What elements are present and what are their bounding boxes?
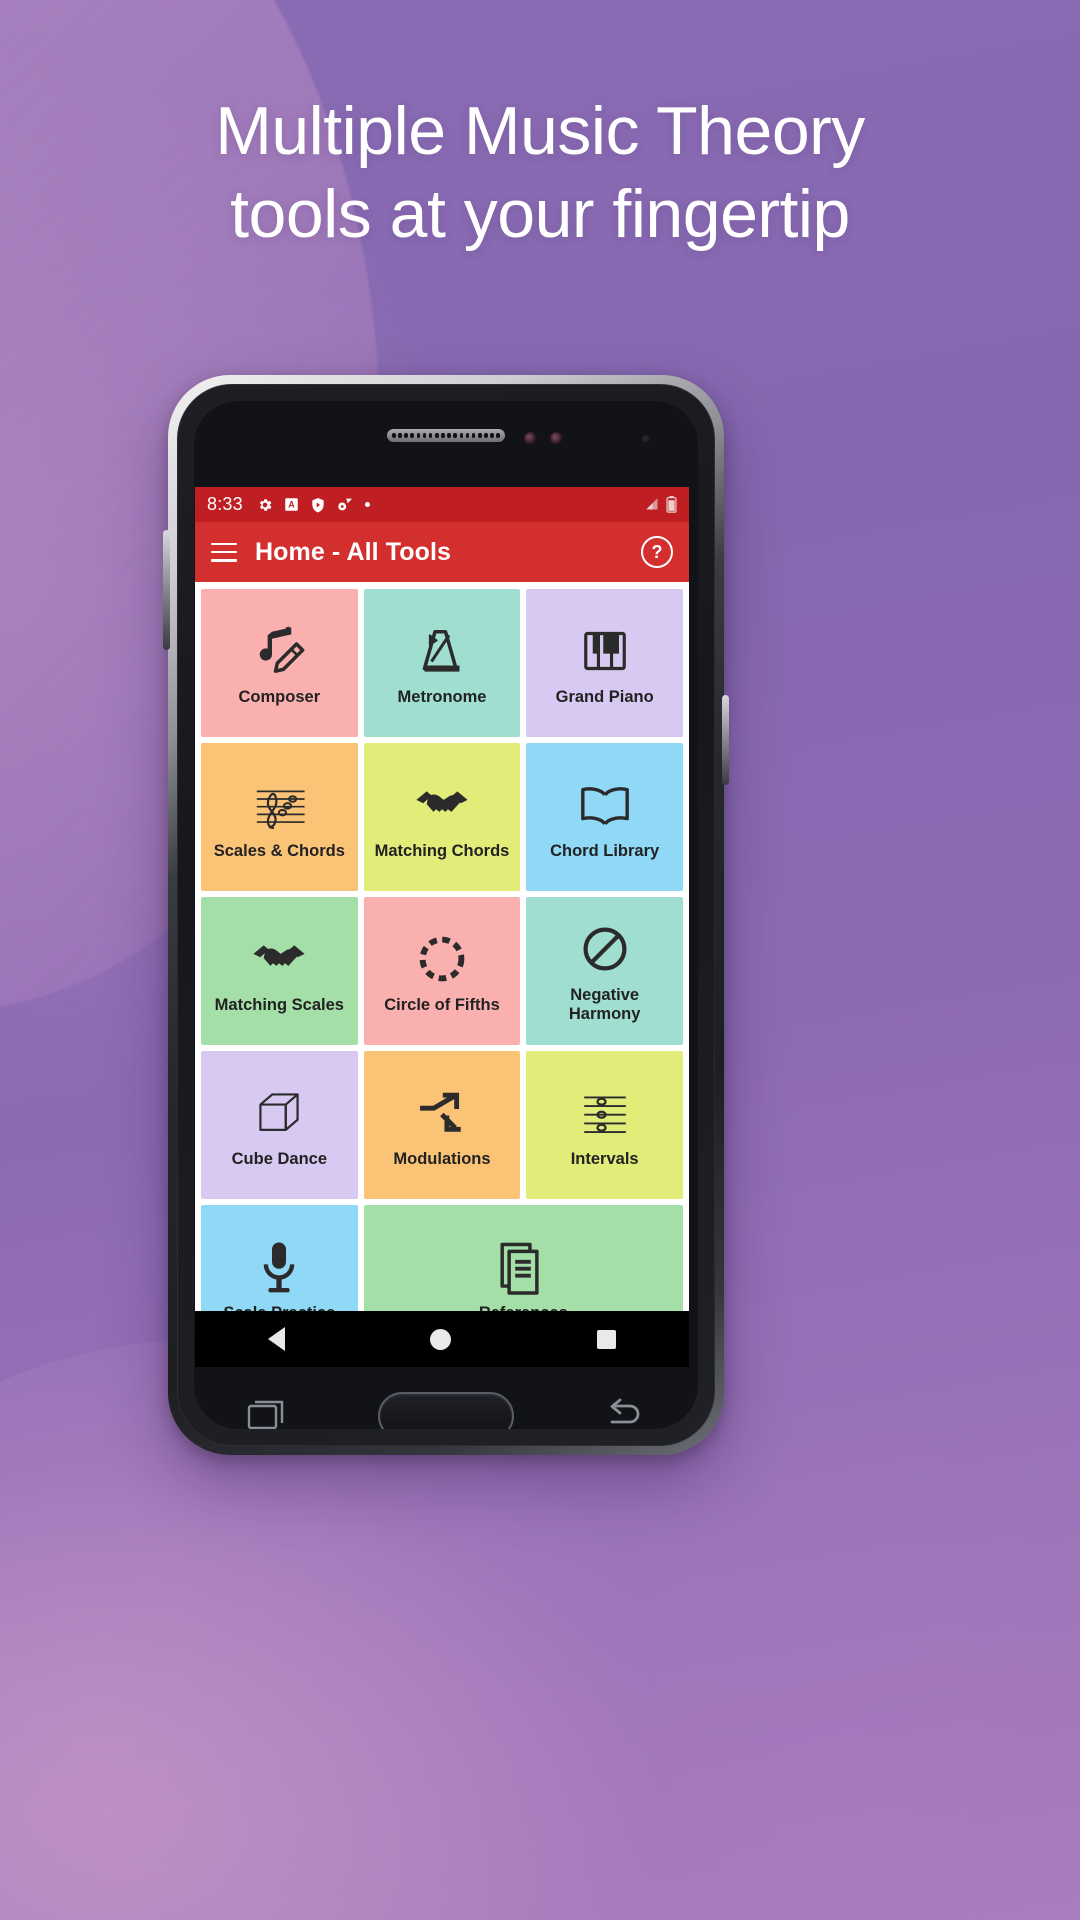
tool-tile-negative-harmony[interactable]: Negative Harmony	[526, 897, 683, 1045]
power-button[interactable]	[722, 695, 729, 785]
tool-tile-label: Scales & Chords	[213, 841, 345, 860]
status-bar: 8:33 A	[195, 487, 689, 522]
a-box-icon: A	[284, 497, 299, 512]
no-entry-slash-icon	[578, 918, 632, 980]
document-lines-icon	[497, 1236, 549, 1298]
signal-icon	[645, 497, 660, 512]
phone-bezel: 8:33 A Home - All Tools ? Composer Metro…	[177, 384, 715, 1446]
gear-icon	[257, 497, 273, 513]
front-camera-icon	[524, 432, 537, 445]
help-button[interactable]: ?	[641, 536, 673, 568]
music-note-pencil-icon	[251, 620, 307, 682]
tool-tile-label: Chord Library	[550, 841, 660, 860]
treble-staff-icon	[250, 774, 308, 836]
tool-tile-grand-piano[interactable]: Grand Piano	[526, 589, 683, 737]
screenshot-stage: Multiple Music Theory tools at your fing…	[0, 0, 1080, 1920]
gear-arrow-icon	[337, 497, 354, 512]
metronome-icon	[414, 620, 470, 682]
tool-tile-label: Matching Chords	[374, 841, 510, 860]
tool-tile-composer[interactable]: Composer	[201, 589, 358, 737]
tool-tile-label: Scale Practice	[223, 1304, 335, 1311]
tool-tile-matching-chords[interactable]: Matching Chords	[363, 743, 521, 891]
home-circle-icon[interactable]	[430, 1328, 452, 1350]
marketing-headline: Multiple Music Theory tools at your fing…	[0, 90, 1080, 256]
tool-tile-intervals[interactable]: Intervals	[526, 1051, 683, 1199]
dot-icon	[364, 502, 370, 507]
recents-square-icon[interactable]	[597, 1329, 617, 1349]
tool-tile-metronome[interactable]: Metronome	[363, 589, 521, 737]
home-key[interactable]	[378, 1392, 514, 1429]
status-bar-clock: 8:33	[207, 494, 243, 514]
android-navigation-bar	[195, 1311, 689, 1367]
tool-tile-label: Modulations	[393, 1149, 491, 1168]
tool-tile-label: Composer	[238, 687, 321, 706]
tool-grid: Composer Metronome Grand Piano Scales & …	[195, 582, 689, 1311]
page-title: Home - All Tools	[255, 537, 452, 566]
headline-line-1: Multiple Music Theory	[215, 93, 865, 169]
dashed-circle-icon	[415, 928, 469, 990]
tool-tile-label: Grand Piano	[555, 687, 654, 706]
recent-apps-icon[interactable]	[246, 1397, 288, 1430]
tool-tile-label: Cube Dance	[231, 1149, 327, 1168]
tool-tile-label: Negative Harmony	[568, 986, 641, 1023]
headline-line-2: tools at your fingertip	[230, 175, 850, 252]
piano-keys-icon	[577, 620, 633, 682]
handshake-icon	[413, 774, 471, 836]
tool-tile-modulations[interactable]: Modulations	[363, 1051, 521, 1199]
tool-tile-label: Matching Scales	[214, 995, 344, 1014]
status-bar-left-icons: A	[257, 497, 645, 513]
app-bar: Home - All Tools ?	[195, 522, 689, 582]
tool-tile-label: Circle of Fifths	[384, 995, 500, 1014]
tool-tile-references[interactable]: References	[363, 1205, 683, 1311]
svg-text:A: A	[288, 500, 295, 510]
tool-tile-label: Intervals	[570, 1149, 639, 1168]
tool-tile-label: Metronome	[397, 687, 487, 706]
phone-screen: 8:33 A Home - All Tools ? Composer Metro…	[195, 487, 689, 1311]
shield-icon	[310, 497, 326, 513]
phone-mockup: 8:33 A Home - All Tools ? Composer Metro…	[163, 375, 729, 1455]
tool-tile-scales-chords[interactable]: Scales & Chords	[201, 743, 358, 891]
tool-tile-circle-of-fifths[interactable]: Circle of Fifths	[363, 897, 521, 1045]
earpiece-speaker-icon	[387, 429, 505, 442]
status-bar-right-icons	[645, 496, 677, 513]
tool-tile-matching-scales[interactable]: Matching Scales	[201, 897, 358, 1045]
open-book-icon	[576, 774, 634, 836]
hardware-key-row	[194, 1376, 698, 1429]
battery-icon	[666, 496, 677, 513]
staff-notes-icon	[577, 1082, 633, 1144]
branch-arrows-icon	[415, 1082, 469, 1144]
secondary-camera-icon	[550, 432, 563, 445]
proximity-sensor-icon	[642, 435, 649, 442]
tool-tile-label: References	[479, 1304, 568, 1311]
volume-button[interactable]	[163, 530, 170, 650]
phone-face: 8:33 A Home - All Tools ? Composer Metro…	[194, 401, 698, 1429]
handshake-icon	[250, 928, 308, 990]
back-triangle-icon[interactable]	[267, 1327, 285, 1351]
tool-tile-cube-dance[interactable]: Cube Dance	[201, 1051, 358, 1199]
wire-cube-icon	[251, 1082, 307, 1144]
tool-tile-chord-library[interactable]: Chord Library	[526, 743, 683, 891]
microphone-icon	[256, 1236, 302, 1298]
hamburger-menu-icon[interactable]	[211, 542, 237, 562]
tool-tile-scale-practice[interactable]: Scale Practice	[201, 1205, 358, 1311]
back-arrow-icon[interactable]	[604, 1397, 646, 1430]
